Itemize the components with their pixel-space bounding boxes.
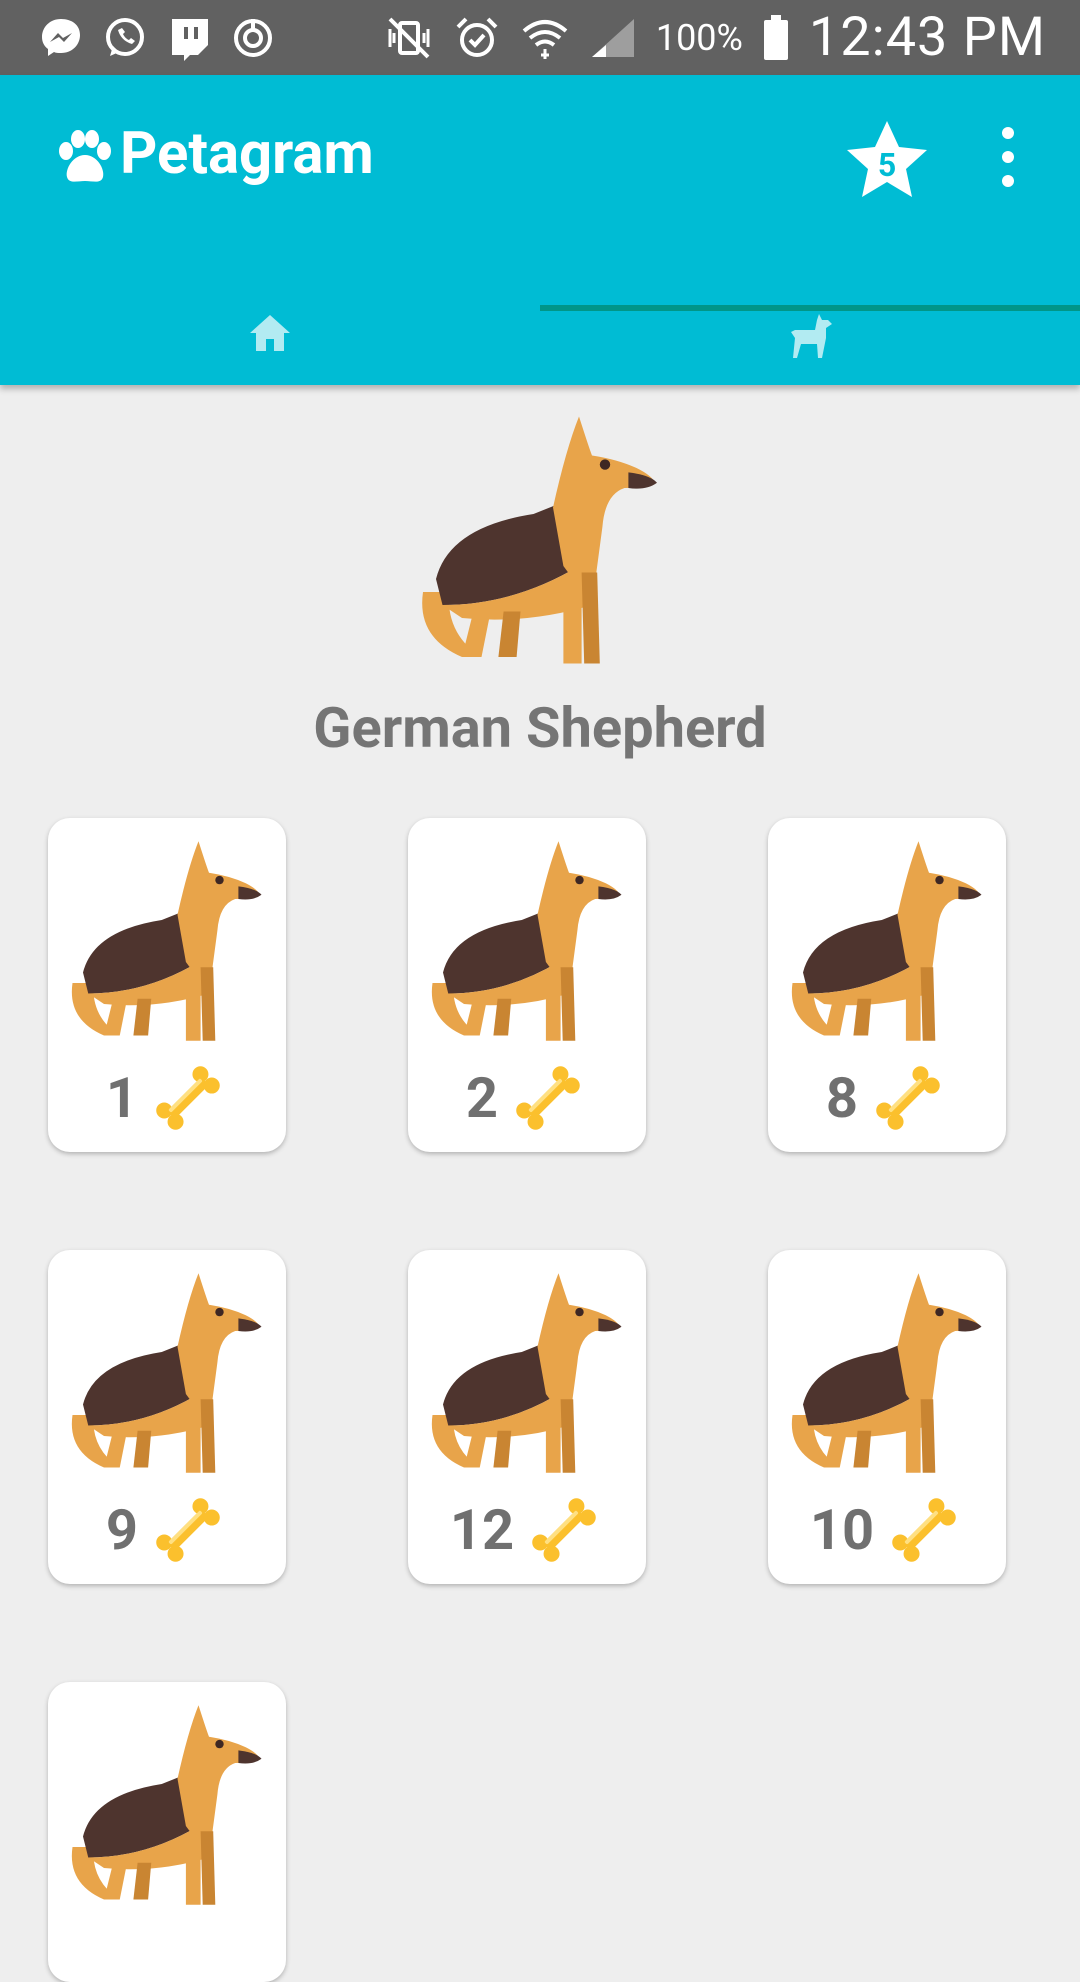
vibrate-off-icon [384, 13, 434, 63]
like-count: 2 [465, 1065, 499, 1131]
dog-photo [422, 836, 632, 1046]
photo-card[interactable]: 10 [768, 1250, 1006, 1584]
whatsapp-icon [100, 13, 150, 63]
wifi-icon [520, 13, 570, 63]
bone-icon [148, 1490, 228, 1570]
tab-bar [0, 310, 1080, 385]
bone-icon [508, 1058, 588, 1138]
like-count: 1 [105, 1065, 139, 1131]
tab-indicator [540, 305, 1080, 311]
clock: 12:43 PM [808, 6, 1046, 69]
paw-icon [52, 127, 116, 191]
likes: 1 [48, 1058, 286, 1138]
status-bar: 100% 12:43 PM [0, 0, 1080, 75]
likes: 9 [48, 1490, 286, 1570]
profile-dog-image [410, 410, 670, 670]
bone-icon [868, 1058, 948, 1138]
system-icons: 100% 12:43 PM [384, 6, 1080, 69]
dog-photo [422, 1268, 632, 1478]
dog-photo [62, 836, 272, 1046]
likes: 10 [768, 1490, 1006, 1570]
toolbar: Petagram 5 [0, 75, 1080, 235]
sync-icon [228, 13, 278, 63]
dog-icon [791, 314, 832, 358]
photo-card[interactable]: 12 [408, 1250, 646, 1584]
like-count: 10 [809, 1497, 875, 1563]
photo-card[interactable] [48, 1682, 286, 1982]
app-title: Petagram [120, 120, 374, 188]
likes: 12 [408, 1490, 646, 1570]
pet-name: German Shepherd [313, 695, 767, 761]
notification-icons [0, 13, 278, 63]
bone-icon [884, 1490, 964, 1570]
photo-card[interactable]: 9 [48, 1250, 286, 1584]
app-bar: Petagram 5 [0, 75, 1080, 385]
likes: 8 [768, 1058, 1006, 1138]
dog-photo [62, 1268, 272, 1478]
tab-home[interactable] [0, 310, 540, 385]
favorites-count: 5 [877, 146, 897, 184]
like-count: 9 [105, 1497, 139, 1563]
tab-profile[interactable] [540, 310, 1080, 385]
likes: 2 [408, 1058, 646, 1138]
dog-photo [782, 1268, 992, 1478]
home-icon [250, 315, 290, 351]
dog-photo [62, 1700, 272, 1910]
signal-icon [588, 13, 638, 63]
bone-icon [524, 1490, 604, 1570]
twitch-icon [164, 13, 214, 63]
like-count: 12 [449, 1497, 515, 1563]
more-vert-icon [1002, 127, 1014, 187]
favorites-button[interactable]: 5 [842, 117, 932, 207]
like-count: 8 [825, 1065, 859, 1131]
dog-photo [782, 836, 992, 1046]
battery-icon [761, 13, 791, 63]
alarm-icon [452, 13, 502, 63]
photo-card[interactable]: 2 [408, 818, 646, 1152]
bone-icon [148, 1058, 228, 1138]
photo-card[interactable]: 8 [768, 818, 1006, 1152]
messenger-icon [36, 13, 86, 63]
overflow-menu-button[interactable] [990, 117, 1026, 197]
battery-percent: 100% [655, 16, 743, 59]
photo-card[interactable]: 1 [48, 818, 286, 1152]
